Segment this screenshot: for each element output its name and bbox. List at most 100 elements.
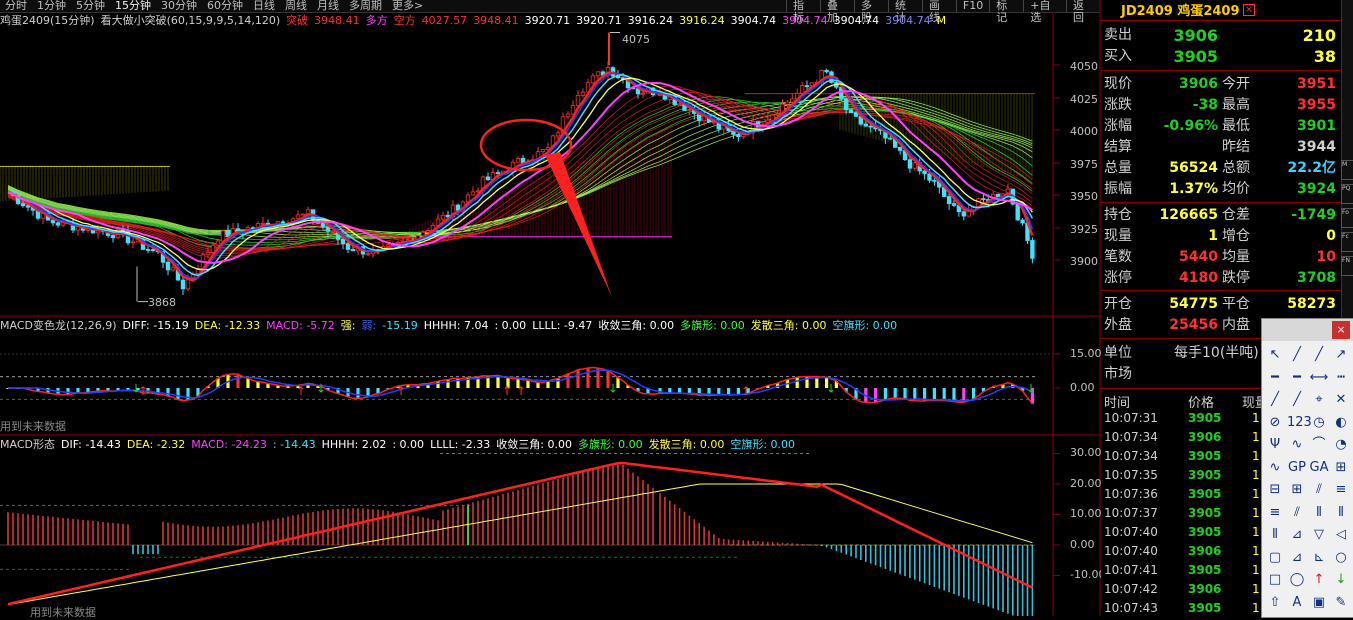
macd1-duoqi: 多旗形: 0.00: [680, 319, 745, 332]
macd2-bar: [869, 545, 872, 564]
drawing-tool-icon[interactable]: ⌒: [1309, 435, 1329, 454]
macd1-bar: [874, 388, 878, 403]
drawing-tool-icon[interactable]: ↖: [1265, 345, 1285, 364]
drawing-tool-icon[interactable]: ▣: [1309, 593, 1329, 612]
drawing-tool-icon[interactable]: ◯: [1287, 570, 1307, 589]
candle-body: [824, 69, 829, 73]
drawing-tool-icon[interactable]: ⊘: [1265, 413, 1285, 432]
macd1-name: MACD变色龙(12,26,9): [0, 319, 117, 332]
drawing-tool-icon[interactable]: ⊟: [1265, 480, 1285, 499]
quote-value: -1749: [1291, 207, 1336, 223]
macd2-bar: [889, 545, 892, 571]
macd2-bar: [222, 526, 224, 545]
drawing-tool-icon[interactable]: ✎: [1331, 593, 1351, 612]
drawing-tool-icon[interactable]: □: [1265, 570, 1285, 589]
macd2-bar: [302, 513, 304, 545]
drawing-tool-icon[interactable]: ━: [1287, 368, 1307, 387]
drawing-tool-icon[interactable]: ∿: [1287, 435, 1307, 454]
side-button[interactable]: Fc: [1341, 232, 1353, 252]
tick-volume: 1: [1252, 582, 1260, 596]
drawing-tool-icon[interactable]: ◁: [1331, 525, 1351, 544]
quote-close-icon[interactable]: ×: [1243, 4, 1255, 16]
macd2-bar: [392, 511, 394, 545]
drawing-tool-icon[interactable]: ✕: [1331, 390, 1351, 409]
drawing-tool-icon[interactable]: ╱: [1287, 345, 1307, 364]
side-button[interactable]: FN: [1341, 256, 1353, 276]
quote-value: 5440: [1179, 249, 1218, 265]
sell-arrow-icon: ↓: [316, 382, 326, 396]
side-button[interactable]: PQ: [1341, 184, 1353, 204]
future-data-note-1: 用到未来数据: [0, 420, 66, 433]
drawing-tool-icon[interactable]: ⇧: [1265, 593, 1285, 612]
indicator-name: 看大做小突破(60,15,9,9,5,14,120): [100, 14, 281, 27]
macd2-dif: DIF: -14.43: [60, 438, 121, 451]
side-button[interactable]: Fo: [1341, 208, 1353, 228]
drawing-tool-icon[interactable]: ↗: [1331, 345, 1351, 364]
drawing-tool-icon[interactable]: ≡: [1265, 503, 1285, 522]
drawing-tool-icon[interactable]: ⊞: [1287, 480, 1307, 499]
drawing-tool-icon[interactable]: A: [1287, 593, 1307, 612]
macd2-bar: [192, 525, 194, 545]
drawing-tool-icon[interactable]: ⌖: [1309, 390, 1329, 409]
drawing-tool-icon[interactable]: ⫽: [1309, 480, 1329, 499]
drawing-tool-icon[interactable]: ↑: [1309, 570, 1329, 589]
macd2-bar: [397, 512, 399, 545]
drawing-tool-icon[interactable]: ▢: [1265, 548, 1285, 567]
drawing-tool-icon[interactable]: ▽: [1309, 525, 1329, 544]
macd2-bar: [172, 523, 174, 545]
quote-value: -38: [1192, 97, 1218, 113]
drawing-tool-icon[interactable]: ◷: [1309, 413, 1329, 432]
macd2-bar: [217, 526, 219, 545]
unit-label: 单位: [1104, 345, 1132, 361]
macd2-shoulian: 收敛三角: 0.00: [496, 438, 572, 451]
drawing-tool-icon[interactable]: ◔: [1331, 435, 1351, 454]
drawing-tool-icon[interactable]: ⊾: [1309, 548, 1329, 567]
macd2-bar: [1031, 545, 1034, 616]
buy-arrow-icon: ↑: [516, 384, 526, 398]
macd2-hhhh: HHHH: 2.02: [321, 438, 387, 451]
candle-body: [590, 75, 596, 84]
macd2-bar: [552, 480, 554, 545]
drawing-tool-icon[interactable]: ╱: [1265, 390, 1285, 409]
macd2-bar: [72, 518, 74, 545]
drawing-tool-icon[interactable]: ○: [1331, 548, 1351, 567]
toolbox-close-button[interactable]: ×: [1332, 321, 1350, 339]
macd2-bar: [806, 544, 808, 546]
drawing-tool-icon[interactable]: ╱: [1287, 390, 1307, 409]
drawing-tool-icon[interactable]: ∿: [1265, 458, 1285, 477]
drawing-tool-icon[interactable]: ⊿: [1287, 548, 1307, 567]
candle-body: [300, 213, 306, 216]
macd2-bar: [367, 508, 369, 545]
drawing-tool-icon[interactable]: ╱: [1309, 345, 1329, 364]
drawing-tool-icon[interactable]: Ψ: [1265, 435, 1285, 454]
drawing-tool-icon[interactable]: ⊞: [1331, 458, 1351, 477]
macd2-bar: [855, 545, 857, 559]
drawing-tool-icon[interactable]: ━: [1265, 368, 1285, 387]
axis-tick-label: 4000: [1070, 125, 1098, 138]
macd2-bar: [938, 545, 941, 589]
quote-label: 总额: [1222, 160, 1250, 176]
drawing-tool-icon[interactable]: GA: [1309, 458, 1329, 477]
drawing-tool-icon[interactable]: ┅: [1331, 368, 1351, 387]
candle-body: [922, 170, 927, 175]
drawing-tool-icon[interactable]: 123: [1287, 413, 1312, 432]
macd2-bar: [698, 523, 700, 545]
drawing-tool-icon[interactable]: ⦀: [1331, 503, 1351, 522]
macd2-bar: [718, 537, 720, 545]
side-button[interactable]: M: [1341, 160, 1353, 180]
drawing-tool-icon[interactable]: ⊿: [1287, 525, 1307, 544]
drawing-tool-icon[interactable]: ⦀: [1265, 525, 1285, 544]
drawing-tool-icon[interactable]: ≡: [1331, 480, 1351, 499]
tick-time: 10:07:42: [1104, 582, 1158, 596]
drawing-tool-icon[interactable]: ↓: [1331, 570, 1351, 589]
drawing-tool-icon[interactable]: ⟷: [1309, 368, 1329, 387]
tick-volume: 1: [1252, 506, 1260, 520]
drawing-tool-icon[interactable]: ◐: [1331, 413, 1351, 432]
drawing-tool-icon[interactable]: GP: [1287, 458, 1307, 477]
macd2-bar: [811, 544, 813, 546]
quote-value: 3944: [1297, 139, 1336, 155]
macd1-bar: [176, 388, 180, 400]
drawing-tool-icon[interactable]: ⫽: [1287, 503, 1307, 522]
candle-body: [130, 241, 136, 244]
drawing-tool-icon[interactable]: ⦀: [1309, 503, 1329, 522]
